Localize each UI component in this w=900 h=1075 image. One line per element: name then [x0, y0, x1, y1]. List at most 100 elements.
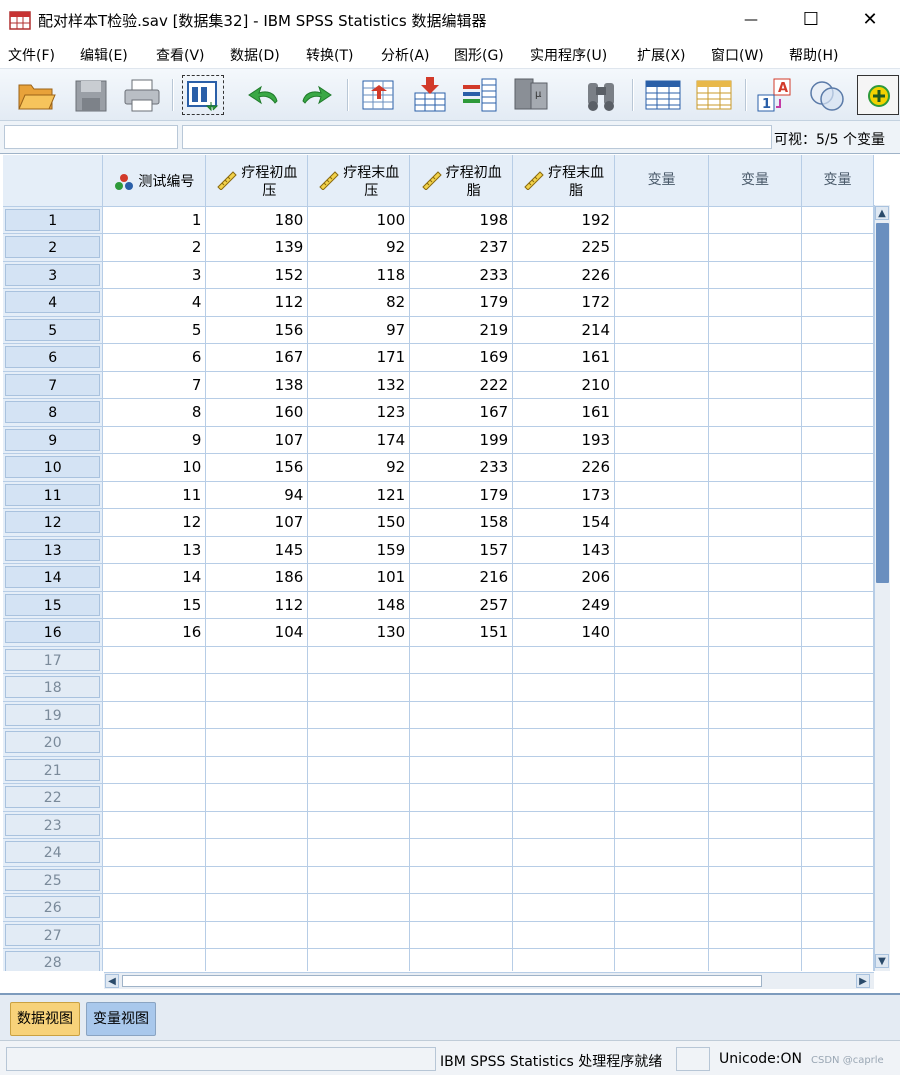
data-cell[interactable] — [801, 838, 874, 867]
data-cell[interactable]: 199 — [409, 426, 514, 454]
data-cell[interactable]: 132 — [307, 371, 411, 399]
column-header-post-bp[interactable]: 疗程末血压 — [307, 155, 411, 207]
data-cell[interactable]: 104 — [205, 618, 309, 647]
data-cell[interactable] — [307, 756, 411, 784]
data-cell[interactable]: 107 — [205, 508, 309, 537]
data-cell[interactable] — [307, 866, 411, 894]
data-cell[interactable]: 112 — [205, 288, 309, 317]
data-cell[interactable]: 159 — [307, 536, 411, 564]
data-cell[interactable]: 5 — [102, 316, 207, 344]
data-cell[interactable] — [708, 233, 802, 262]
data-cell[interactable]: 118 — [307, 261, 411, 289]
data-cell[interactable] — [409, 646, 514, 674]
menu-help[interactable]: 帮助(H) — [789, 45, 838, 65]
data-cell[interactable]: 257 — [409, 591, 514, 619]
data-cell[interactable]: 167 — [409, 398, 514, 427]
data-cell[interactable]: 206 — [512, 563, 616, 592]
data-cell[interactable]: 148 — [307, 591, 411, 619]
data-cell[interactable]: 16 — [102, 618, 207, 647]
data-cell[interactable]: 171 — [307, 343, 411, 372]
data-cell[interactable] — [307, 673, 411, 702]
data-cell[interactable] — [801, 206, 874, 234]
data-cell[interactable]: 226 — [512, 261, 616, 289]
variables-button[interactable] — [642, 75, 684, 115]
open-button[interactable] — [15, 75, 57, 115]
data-cell[interactable]: 210 — [512, 371, 616, 399]
data-cell[interactable] — [614, 646, 710, 674]
row-header[interactable]: 11 — [3, 481, 104, 509]
data-cell[interactable] — [801, 618, 874, 647]
data-cell[interactable] — [708, 921, 802, 949]
column-header-empty[interactable]: 变量 — [801, 155, 874, 207]
data-cell[interactable] — [801, 701, 874, 729]
data-cell[interactable] — [102, 673, 207, 702]
data-cell[interactable] — [614, 921, 710, 949]
data-cell[interactable]: 3 — [102, 261, 207, 289]
data-cell[interactable]: 174 — [307, 426, 411, 454]
row-header[interactable]: 23 — [3, 811, 104, 839]
data-cell[interactable] — [205, 646, 309, 674]
data-cell[interactable]: 249 — [512, 591, 616, 619]
data-cell[interactable] — [102, 728, 207, 757]
data-cell[interactable] — [614, 508, 710, 537]
data-cell[interactable]: 160 — [205, 398, 309, 427]
column-header-post-lipid[interactable]: 疗程末血脂 — [512, 155, 616, 207]
data-cell[interactable]: 100 — [307, 206, 411, 234]
data-cell[interactable] — [409, 728, 514, 757]
column-header-empty[interactable]: 变量 — [708, 155, 802, 207]
data-cell[interactable] — [708, 288, 802, 317]
data-cell[interactable] — [409, 811, 514, 839]
horizontal-scroll-thumb[interactable] — [122, 975, 762, 987]
data-cell[interactable] — [801, 728, 874, 757]
menu-data[interactable]: 数据(D) — [230, 45, 280, 65]
scroll-up-icon[interactable]: ▲ — [875, 206, 889, 220]
data-cell[interactable] — [614, 701, 710, 729]
save-button[interactable] — [70, 75, 112, 115]
row-header[interactable]: 12 — [3, 508, 104, 537]
data-cell[interactable] — [512, 783, 616, 812]
row-header[interactable]: 10 — [3, 453, 104, 482]
data-cell[interactable] — [801, 783, 874, 812]
data-cell[interactable] — [614, 481, 710, 509]
data-cell[interactable] — [708, 948, 802, 971]
column-header-test-id[interactable]: 测试编号 — [102, 155, 207, 207]
data-cell[interactable] — [801, 261, 874, 289]
row-header[interactable]: 7 — [3, 371, 104, 399]
menu-graphs[interactable]: 图形(G) — [454, 45, 504, 65]
data-cell[interactable] — [307, 646, 411, 674]
data-cell[interactable] — [205, 811, 309, 839]
data-cell[interactable] — [614, 288, 710, 317]
row-header[interactable]: 22 — [3, 783, 104, 812]
data-cell[interactable] — [708, 701, 802, 729]
data-cell[interactable]: 157 — [409, 536, 514, 564]
scroll-right-icon[interactable]: ▶ — [856, 974, 870, 988]
data-cell[interactable] — [801, 811, 874, 839]
tab-data-view[interactable]: 数据视图 — [10, 1002, 80, 1036]
data-cell[interactable] — [614, 371, 710, 399]
data-cell[interactable] — [307, 728, 411, 757]
data-cell[interactable] — [708, 206, 802, 234]
data-cell[interactable]: 169 — [409, 343, 514, 372]
data-cell[interactable] — [205, 756, 309, 784]
data-cell[interactable] — [205, 866, 309, 894]
data-cell[interactable] — [708, 811, 802, 839]
row-header[interactable]: 8 — [3, 398, 104, 427]
cell-value-field[interactable] — [182, 125, 772, 149]
row-header[interactable]: 18 — [3, 673, 104, 702]
data-cell[interactable] — [708, 563, 802, 592]
data-cell[interactable]: 233 — [409, 453, 514, 482]
menu-view[interactable]: 查看(V) — [156, 45, 205, 65]
data-cell[interactable]: 222 — [409, 371, 514, 399]
menu-extensions[interactable]: 扩展(X) — [637, 45, 686, 65]
row-header[interactable]: 20 — [3, 728, 104, 757]
data-cell[interactable] — [801, 948, 874, 971]
row-header[interactable]: 21 — [3, 756, 104, 784]
vertical-scrollbar[interactable]: ▲ ▼ — [874, 205, 890, 971]
data-cell[interactable] — [801, 646, 874, 674]
data-cell[interactable]: 150 — [307, 508, 411, 537]
data-cell[interactable]: 161 — [512, 343, 616, 372]
data-cell[interactable] — [708, 316, 802, 344]
data-cell[interactable] — [708, 756, 802, 784]
row-header[interactable]: 15 — [3, 591, 104, 619]
menu-transform[interactable]: 转换(T) — [306, 45, 353, 65]
